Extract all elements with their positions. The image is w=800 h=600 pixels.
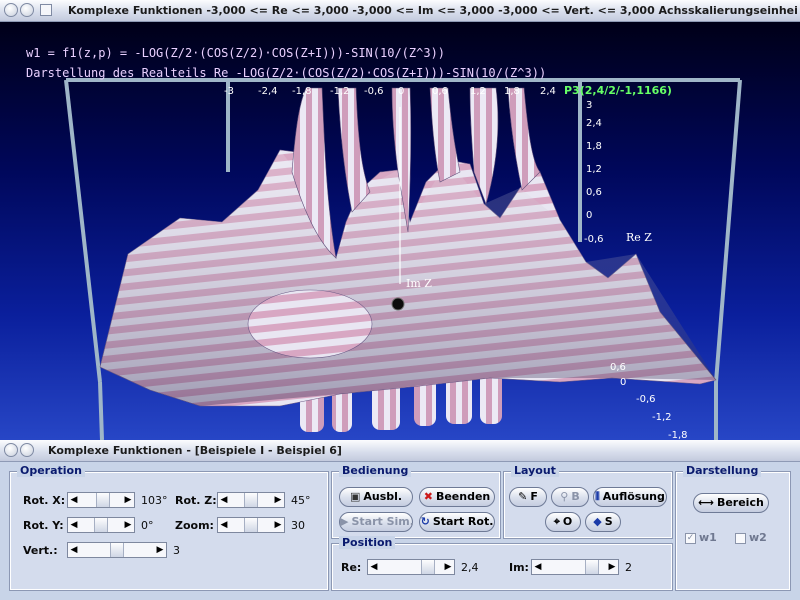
top-tick: 0,6 bbox=[432, 86, 448, 97]
re-value: 2,4 bbox=[461, 561, 479, 574]
right-tick: 1,8 bbox=[586, 141, 602, 152]
rot-x-value: 103° bbox=[141, 494, 168, 507]
w1-checkbox[interactable]: ✓ bbox=[685, 533, 696, 544]
im-slider[interactable]: ◀ ▶ bbox=[531, 559, 619, 575]
layout-title: Layout bbox=[511, 464, 559, 477]
position-title: Position bbox=[339, 536, 396, 549]
brush-icon: ✎ bbox=[518, 490, 528, 503]
top-tick: -1,2 bbox=[330, 86, 350, 97]
point-label: P3(2,4/2/-1,1166) bbox=[564, 84, 672, 97]
minimize-icon[interactable] bbox=[20, 3, 34, 17]
close-icon[interactable] bbox=[4, 443, 18, 457]
w1-label: w1 bbox=[699, 531, 717, 544]
bereich-button[interactable]: ⟷ Bereich bbox=[693, 493, 769, 513]
crosshair-icon: ⌖ bbox=[553, 515, 560, 528]
rotate-icon: ↻ bbox=[420, 515, 430, 528]
control-panel: Operation Rot. X: ◀ ▶ 103° Rot. Z: ◀ ▶ 45°… bbox=[0, 462, 800, 600]
rot-y-value: 0° bbox=[141, 519, 154, 532]
lower-tick: -1,2 bbox=[652, 412, 672, 423]
vert-label: Vert.: bbox=[23, 544, 58, 557]
aufloesung-button[interactable]: ⫴ Auflösung bbox=[593, 487, 667, 507]
top-tick: -0,6 bbox=[364, 86, 384, 97]
origin-marker bbox=[391, 297, 405, 311]
grid-icon: ⫴ bbox=[595, 490, 600, 503]
plot-area[interactable]: w1 = f1(z,p) = -LOG(Z/2·(COS(Z/2)·COS(Z+… bbox=[0, 22, 800, 440]
layout-group: Layout ✎ F ⚲ B ⫴ Auflösung ⌖ O ◆ S bbox=[503, 464, 673, 539]
surface-plot bbox=[64, 78, 742, 440]
right-tick: 1,2 bbox=[586, 164, 602, 175]
rot-x-slider[interactable]: ◀ ▶ bbox=[67, 492, 135, 508]
zoom-slider[interactable]: ◀ ▶ bbox=[217, 517, 285, 533]
formula-line-2: Darstellung des Realteils Re -LOG(Z/2·(C… bbox=[26, 66, 547, 80]
formula-line-1: w1 = f1(z,p) = -LOG(Z/2·(COS(Z/2)·COS(Z+… bbox=[26, 46, 446, 60]
cube-icon: ◆ bbox=[593, 515, 602, 528]
rot-x-label: Rot. X: bbox=[23, 494, 66, 507]
ausbl-button[interactable]: ▣ Ausbl. bbox=[339, 487, 413, 507]
lower-tick: -0,6 bbox=[636, 394, 656, 405]
surface-dip bbox=[247, 289, 373, 359]
bedienung-group: Bedienung ▣ Ausbl. ✖ Beenden ▶ Start Sim. ↻… bbox=[331, 464, 501, 539]
im-value: 2 bbox=[625, 561, 632, 574]
bedienung-title: Bedienung bbox=[339, 464, 412, 477]
close-icon[interactable] bbox=[4, 3, 18, 17]
w2-checkbox[interactable] bbox=[735, 533, 746, 544]
lower-tick: 0,6 bbox=[610, 362, 626, 373]
zoom-value: 30 bbox=[291, 519, 305, 532]
darstellung-group: Darstellung ⟷ Bereich ✓ w1 w2 bbox=[675, 464, 791, 591]
control-window-title: Komplexe Funktionen - [Beispiele I - Bei… bbox=[48, 444, 342, 457]
beenden-button[interactable]: ✖ Beenden bbox=[419, 487, 495, 507]
start-rot-button[interactable]: ↻ Start Rot. bbox=[419, 512, 495, 532]
b-button[interactable]: ⚲ B bbox=[551, 487, 589, 507]
range-icon: ⟷ bbox=[698, 496, 714, 509]
darstellung-title: Darstellung bbox=[683, 464, 762, 477]
vert-value: 3 bbox=[173, 544, 180, 557]
f-button[interactable]: ✎ F bbox=[509, 487, 547, 507]
w2-label: w2 bbox=[749, 531, 767, 544]
re-slider[interactable]: ◀ ▶ bbox=[367, 559, 455, 575]
rot-y-slider[interactable]: ◀ ▶ bbox=[67, 517, 135, 533]
right-tick: 3 bbox=[586, 100, 593, 111]
rot-z-label: Rot. Z: bbox=[175, 494, 217, 507]
control-window-titlebar[interactable]: Komplexe Funktionen - [Beispiele I - Bei… bbox=[0, 440, 800, 462]
lower-tick: 0 bbox=[620, 377, 627, 388]
top-tick: 2,4 bbox=[540, 86, 556, 97]
right-tick: 0 bbox=[586, 210, 593, 221]
rot-z-slider[interactable]: ◀ ▶ bbox=[217, 492, 285, 508]
rot-z-value: 45° bbox=[291, 494, 311, 507]
operation-group: Operation Rot. X: ◀ ▶ 103° Rot. Z: ◀ ▶ 45°… bbox=[9, 464, 329, 591]
close-x-icon: ✖ bbox=[423, 490, 433, 503]
im-label: Im: bbox=[509, 561, 529, 574]
top-tick: 1,8 bbox=[504, 86, 520, 97]
top-tick: -2,4 bbox=[258, 86, 278, 97]
re-label: Re: bbox=[341, 561, 362, 574]
hide-icon: ▣ bbox=[349, 490, 361, 503]
right-tick: 2,4 bbox=[586, 118, 602, 129]
minimize-icon[interactable] bbox=[20, 443, 34, 457]
axis-label-re: Re Z bbox=[626, 231, 652, 244]
paint-icon: ⚲ bbox=[560, 490, 569, 503]
top-tick: 1,2 bbox=[470, 86, 486, 97]
position-group: Position Re: ◀ ▶ 2,4 Im: ◀ ▶ 2 bbox=[331, 536, 673, 591]
main-window-titlebar[interactable]: Komplexe Funktionen -3,000 <= Re <= 3,00… bbox=[0, 0, 800, 22]
start-sim-button[interactable]: ▶ Start Sim. bbox=[339, 512, 414, 532]
main-window-title: Komplexe Funktionen -3,000 <= Re <= 3,00… bbox=[68, 4, 798, 17]
maximize-icon[interactable] bbox=[40, 4, 52, 16]
zoom-label: Zoom: bbox=[175, 519, 214, 532]
operation-title: Operation bbox=[17, 464, 85, 477]
vert-slider[interactable]: ◀ ▶ bbox=[67, 542, 167, 558]
top-tick: -1,8 bbox=[292, 86, 312, 97]
play-icon: ▶ bbox=[340, 515, 349, 528]
rot-y-label: Rot. Y: bbox=[23, 519, 64, 532]
lower-tick: -1,8 bbox=[668, 430, 688, 440]
s-button[interactable]: ◆ S bbox=[585, 512, 621, 532]
right-tick: -0,6 bbox=[584, 234, 604, 245]
top-tick: 0 bbox=[398, 86, 405, 97]
right-tick: 0,6 bbox=[586, 187, 602, 198]
axis-label-im: Im Z bbox=[406, 277, 432, 290]
top-tick: -3 bbox=[224, 86, 234, 97]
o-button[interactable]: ⌖ O bbox=[545, 512, 581, 532]
